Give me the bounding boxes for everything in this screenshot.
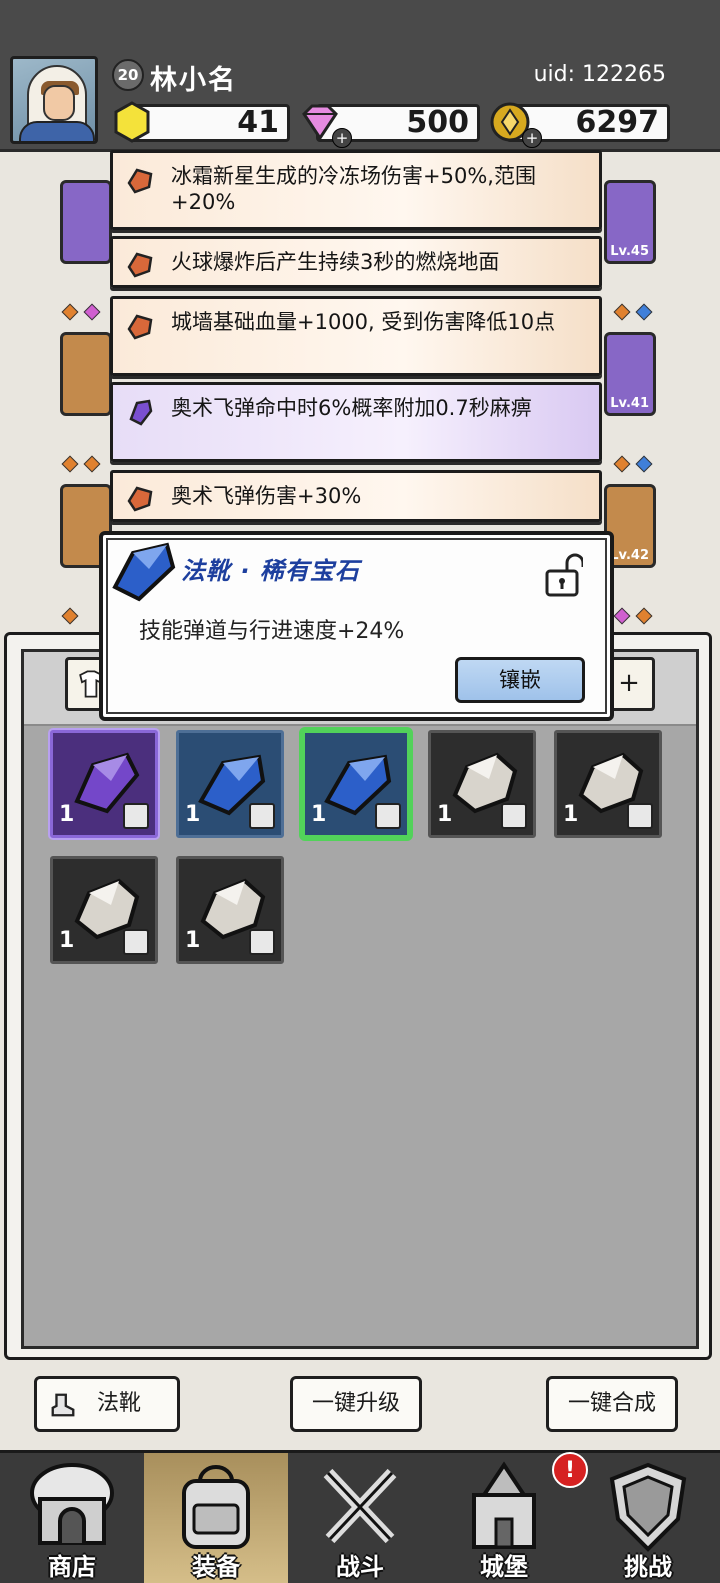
gem-title: 法靴 · 稀有宝石	[181, 557, 360, 585]
boot-tag-icon	[249, 929, 275, 955]
merge-all-button[interactable]: 一键合成	[546, 1376, 678, 1432]
nav-shop[interactable]: 商店	[0, 1453, 144, 1583]
backpack-icon	[182, 1465, 250, 1549]
castle-icon	[472, 1461, 536, 1549]
affix-row[interactable]: 城墙基础血量+1000, 受到伤害降低10点	[110, 296, 602, 376]
nav-label: 挑战	[624, 1553, 672, 1581]
slot-level: Lv.45	[610, 244, 649, 259]
player-name: 林小名	[150, 65, 237, 96]
socket-diamond-icon	[83, 303, 101, 321]
socket-diamond-icon	[635, 607, 653, 625]
affix-text: 火球爆炸后产生持续3秒的燃烧地面	[171, 250, 500, 274]
boot-tag-icon	[375, 803, 401, 829]
equip-slot-left-2[interactable]	[60, 332, 112, 416]
purple-gem-icon	[129, 399, 153, 426]
slot-level: Lv.42	[610, 548, 649, 563]
gem-detail-popup: 法靴 · 稀有宝石 技能弹道与行进速度+24% 镶嵌	[99, 531, 614, 721]
energy-crystal-icon	[114, 101, 150, 143]
socket-diamond-icon	[635, 455, 653, 473]
socket-diamond-icon	[83, 455, 101, 473]
add-gems-button[interactable]: +	[332, 128, 352, 148]
item-quantity: 1	[185, 802, 201, 827]
socket-diamond-icon	[61, 455, 79, 473]
player-avatar[interactable]	[10, 56, 98, 144]
boot-tag-icon	[123, 803, 149, 829]
affix-text: 城墙基础血量+1000, 受到伤害降低10点	[171, 310, 556, 334]
item-quantity: 1	[185, 928, 201, 953]
gem-slot[interactable]: 1	[176, 730, 284, 838]
gem-slot[interactable]: 1	[428, 730, 536, 838]
nav-label: 装备	[192, 1553, 240, 1581]
orange-gem-icon	[127, 314, 153, 340]
nav-label: 战斗	[336, 1553, 384, 1581]
player-level-badge: 20	[112, 59, 144, 91]
nav-challenge[interactable]: 挑战	[576, 1453, 720, 1583]
top-bar: 20 林小名 uid: 122265 41 500 + 6297 +	[0, 0, 720, 152]
castle-alert-badge: !	[552, 1452, 588, 1488]
socket-diamond-icon	[613, 455, 631, 473]
item-quantity: 1	[59, 802, 75, 827]
item-quantity: 1	[311, 802, 327, 827]
gem-slot[interactable]: 1	[50, 856, 158, 964]
crossed-swords-icon	[323, 1468, 397, 1544]
affix-text: 奥术飞弹命中时6%概率附加0.7秒麻痹	[171, 396, 532, 420]
gem-slot-selected[interactable]: 1	[302, 730, 410, 838]
shop-icon	[30, 1463, 114, 1545]
affix-row[interactable]: 火球爆炸后产生持续3秒的燃烧地面	[110, 236, 602, 288]
affix-row[interactable]: 奥术飞弹命中时6%概率附加0.7秒麻痹	[110, 382, 602, 462]
item-quantity: 1	[437, 802, 453, 827]
nav-battle[interactable]: 战斗	[288, 1453, 432, 1583]
boot-tag-icon	[249, 803, 275, 829]
slot-level: Lv.41	[610, 396, 649, 411]
orange-gem-icon	[127, 168, 153, 194]
nav-label: 城堡	[480, 1553, 528, 1581]
item-quantity: 1	[563, 802, 579, 827]
gem-slot[interactable]: 1	[554, 730, 662, 838]
bottom-nav: 商店 装备 战斗 城堡 挑战	[0, 1450, 720, 1583]
orange-gem-icon	[127, 486, 153, 512]
equip-slot-right-2[interactable]: Lv.41	[604, 332, 656, 416]
socket-diamond-icon	[61, 607, 79, 625]
player-uid: uid: 122265	[533, 62, 666, 87]
add-coins-button[interactable]: +	[522, 128, 542, 148]
socket-diamond-icon	[613, 607, 631, 625]
inlay-button[interactable]: 镶嵌	[455, 657, 585, 703]
equip-slot-left-1[interactable]	[60, 180, 112, 264]
socket-diamond-icon	[613, 303, 631, 321]
gem-slot[interactable]: 1	[176, 856, 284, 964]
boot-tag-icon	[123, 929, 149, 955]
item-quantity: 1	[59, 928, 75, 953]
affix-text: 冰霜新星生成的冷冻场伤害+50%,范围+20%	[171, 164, 536, 214]
category-filter-button[interactable]: 法靴	[34, 1376, 180, 1432]
gem-description: 技能弹道与行进速度+24%	[139, 619, 405, 644]
equip-slot-right-1[interactable]: Lv.45	[604, 180, 656, 264]
boot-tag-icon	[501, 803, 527, 829]
socket-diamond-icon	[61, 303, 79, 321]
orange-gem-icon	[127, 252, 153, 278]
upgrade-all-button[interactable]: 一键升级	[290, 1376, 422, 1432]
unlock-icon[interactable]	[543, 553, 583, 599]
affix-row[interactable]: 冰霜新星生成的冷冻场伤害+50%,范围+20%	[110, 150, 602, 230]
blue-gem-icon	[112, 542, 176, 602]
shield-icon	[609, 1462, 687, 1552]
gem-slot[interactable]: 1	[50, 730, 158, 838]
nav-equipment[interactable]: 装备	[144, 1453, 288, 1583]
affix-text: 奥术飞弹伤害+30%	[171, 484, 362, 508]
boot-tag-icon	[627, 803, 653, 829]
affix-row[interactable]: 奥术飞弹伤害+30%	[110, 470, 602, 522]
nav-label: 商店	[48, 1553, 96, 1581]
socket-diamond-icon	[635, 303, 653, 321]
category-label: 法靴	[97, 1391, 142, 1416]
boot-icon	[51, 1393, 75, 1417]
